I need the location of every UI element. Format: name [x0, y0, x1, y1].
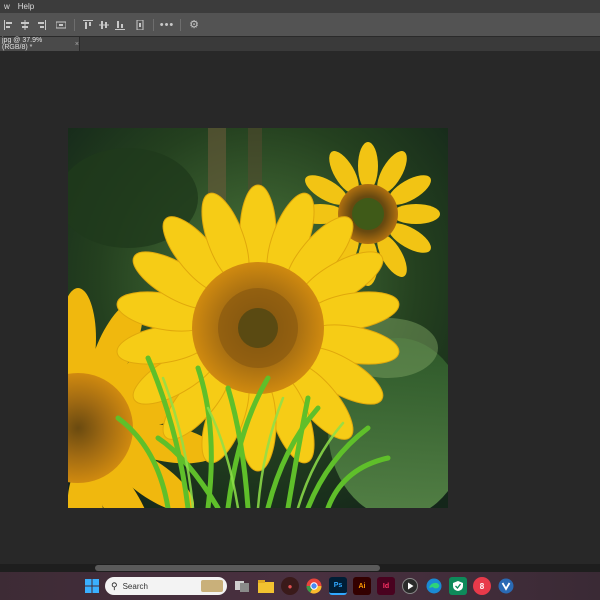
- document-tab-bar: jpg @ 37.9% (RGB/8) * ×: [0, 37, 600, 51]
- align-top-icon[interactable]: [81, 18, 95, 32]
- windows-start-icon[interactable]: [83, 577, 101, 595]
- file-explorer-icon[interactable]: [257, 577, 275, 595]
- search-icon: ⚲: [111, 580, 118, 591]
- horizontal-scrollbar[interactable]: [0, 564, 600, 572]
- photoshop-window: w Help ••• ⚙ jpg @ 37.9% (RGB/8) * ×: [0, 0, 600, 572]
- v-app-icon[interactable]: [497, 577, 515, 595]
- close-icon[interactable]: ×: [75, 41, 79, 48]
- align-vcenter-icon[interactable]: [97, 18, 111, 32]
- indesign-icon[interactable]: Id: [377, 577, 395, 595]
- gear-icon[interactable]: ⚙: [187, 18, 201, 32]
- distribute-icon[interactable]: [54, 18, 68, 32]
- align-bottom-icon[interactable]: [113, 18, 127, 32]
- more-icon[interactable]: •••: [160, 18, 174, 32]
- document-tab-title: jpg @ 37.9% (RGB/8) *: [2, 37, 43, 51]
- edge-icon[interactable]: [425, 577, 443, 595]
- align-right-icon[interactable]: [34, 18, 48, 32]
- security-icon[interactable]: [449, 577, 467, 595]
- canvas-area[interactable]: [0, 51, 600, 564]
- search-placeholder: Search: [122, 581, 148, 591]
- align-left-icon[interactable]: [2, 18, 16, 32]
- illustrator-icon[interactable]: Ai: [353, 577, 371, 595]
- menu-item-window[interactable]: w: [0, 2, 14, 11]
- menu-item-help[interactable]: Help: [14, 2, 38, 11]
- app-badge-icon[interactable]: 8: [473, 577, 491, 595]
- divider: [180, 18, 181, 31]
- options-bar: ••• ⚙: [0, 13, 600, 37]
- search-highlight-image: [201, 580, 223, 592]
- task-view-icon[interactable]: [233, 577, 251, 595]
- distribute-v-icon[interactable]: [133, 18, 147, 32]
- document-tab[interactable]: jpg @ 37.9% (RGB/8) * ×: [0, 37, 80, 51]
- menu-bar: w Help: [0, 0, 600, 13]
- media-player-icon[interactable]: [401, 577, 419, 595]
- sunflower-photo[interactable]: [68, 128, 448, 508]
- scrollbar-thumb[interactable]: [95, 565, 380, 571]
- divider: [74, 18, 75, 31]
- app-icon[interactable]: ●: [281, 577, 299, 595]
- align-hcenter-icon[interactable]: [18, 18, 32, 32]
- taskbar-search[interactable]: ⚲ Search: [105, 577, 227, 595]
- windows-taskbar: ⚲ Search ● Ps Ai Id 8: [0, 572, 600, 600]
- divider: [153, 18, 154, 31]
- sunflower-image: [68, 128, 448, 508]
- photoshop-icon[interactable]: Ps: [329, 577, 347, 595]
- chrome-icon[interactable]: [305, 577, 323, 595]
